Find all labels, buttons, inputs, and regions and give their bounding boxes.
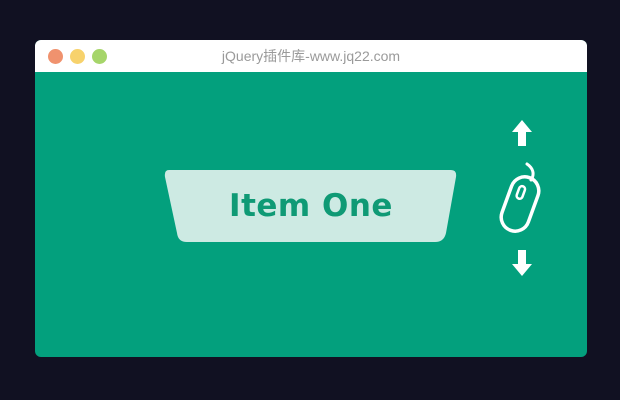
- scroll-hint: [489, 120, 555, 280]
- window-title: jQuery插件库-www.jq22.com: [221, 48, 401, 64]
- arrow-down-icon: [512, 250, 532, 276]
- arrow-up-icon: [512, 120, 532, 146]
- content-area: Item One: [35, 72, 587, 357]
- browser-window: jQuery插件库-www.jq22.com Item One: [35, 40, 587, 357]
- item-label: Item One: [229, 188, 393, 224]
- title-bar: jQuery插件库-www.jq22.com: [35, 40, 587, 72]
- mouse-icon: [499, 162, 541, 233]
- item-card[interactable]: Item One: [163, 170, 459, 243]
